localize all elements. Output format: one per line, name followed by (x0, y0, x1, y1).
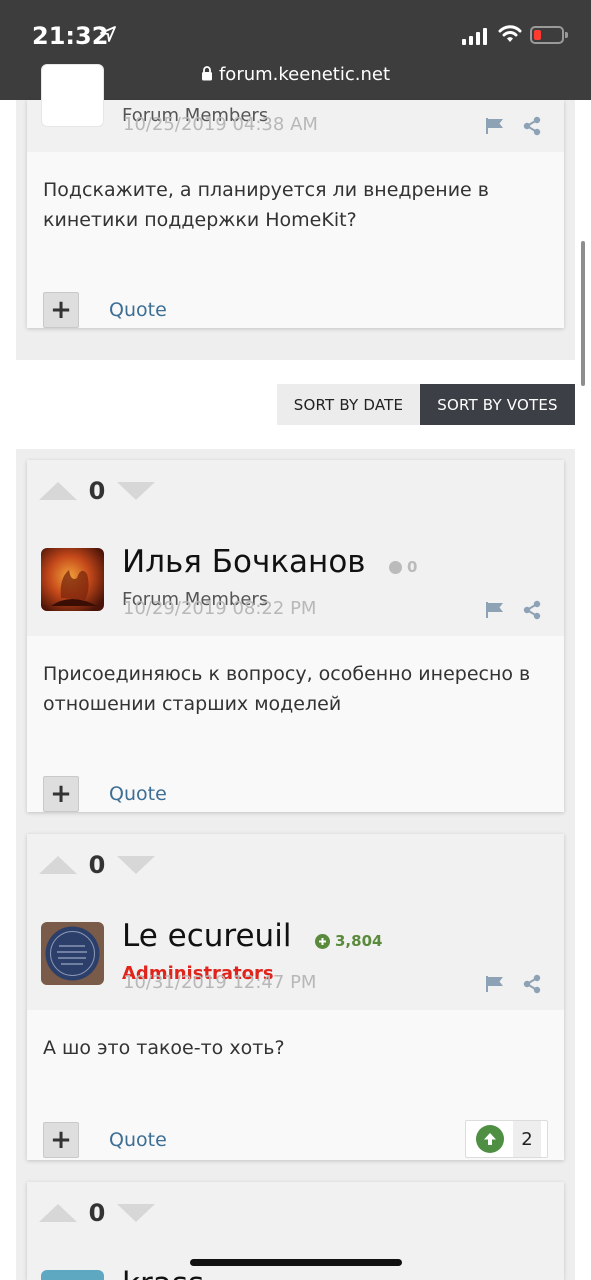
arrow-up-icon (476, 1125, 504, 1153)
reputation-plus-icon (315, 933, 330, 949)
sort-by-votes-button[interactable]: SORT BY VOTES (420, 384, 575, 425)
post-card: Forum Members 10/25/2019 04:38 AM Подска… (27, 64, 564, 328)
quote-link[interactable]: Quote (109, 299, 167, 321)
flag-icon[interactable] (485, 975, 505, 998)
post-body-line: Подскажите, а планируется ли внедрение в (43, 179, 489, 201)
status-time: 21:32 (32, 22, 109, 50)
share-icon[interactable] (522, 116, 542, 141)
post-date[interactable]: 10/31/2019 12:47 PM (123, 972, 316, 993)
vote-count: 0 (88, 477, 106, 505)
multiquote-button[interactable]: + (43, 292, 79, 328)
post-card: 0 Илья Бочканов 0 Forum Members 10/29/20… (27, 460, 564, 812)
downvote-arrow-icon[interactable] (117, 482, 155, 500)
downvote-arrow-icon[interactable] (117, 1204, 155, 1222)
upvote-arrow-icon[interactable] (39, 856, 77, 874)
post-card: 0 Le ecureuil 3,804 Administrators 10/31… (27, 834, 564, 1160)
quote-link[interactable]: Quote (109, 783, 167, 805)
post-body: Присоединяюсь к вопросу, особенно инерес… (43, 659, 543, 719)
avatar[interactable] (41, 1270, 104, 1280)
post-header: 0 Le ecureuil 3,804 Administrators 10/31… (27, 834, 564, 1010)
post-body-line: кинетики поддержки HomeKit? (43, 209, 357, 231)
vote-widget: 0 (39, 1199, 155, 1227)
vote-count: 0 (88, 1199, 106, 1227)
lock-icon (201, 65, 213, 86)
reaction-count: 2 (513, 1121, 541, 1157)
post-body-line: А шо это такое-то хоть? (43, 1037, 285, 1059)
author-name[interactable]: Le ecureuil (122, 918, 291, 954)
post-date[interactable]: 10/25/2019 04:38 AM (123, 114, 318, 135)
multiquote-button[interactable]: + (43, 1122, 79, 1158)
avatar[interactable] (41, 548, 104, 611)
scrollbar[interactable] (581, 241, 585, 386)
share-icon[interactable] (522, 974, 542, 999)
reaction-badge[interactable]: 2 (465, 1120, 548, 1158)
quote-link[interactable]: Quote (109, 1129, 167, 1151)
vote-count: 0 (88, 851, 106, 879)
vote-widget: 0 (39, 851, 155, 879)
battery-icon (530, 26, 568, 44)
vote-widget: 0 (39, 477, 155, 505)
reputation-neutral-icon (389, 560, 402, 574)
post-body: Подскажите, а планируется ли внедрение в… (43, 175, 543, 235)
post-header: 0 Илья Бочканов 0 Forum Members 10/29/20… (27, 460, 564, 636)
location-arrow-icon (100, 26, 116, 47)
wifi-icon (498, 24, 522, 49)
avatar[interactable] (41, 64, 104, 127)
avatar[interactable] (41, 922, 104, 985)
reputation-badge: 0 (389, 558, 417, 576)
upvote-arrow-icon[interactable] (39, 482, 77, 500)
author-name[interactable]: krass (122, 1266, 204, 1280)
home-indicator[interactable] (190, 1259, 402, 1266)
downvote-arrow-icon[interactable] (117, 856, 155, 874)
url-text: forum.keenetic.net (218, 64, 391, 85)
post-header: Forum Members 10/25/2019 04:38 AM (27, 64, 564, 152)
author-name[interactable]: Илья Бочканов (122, 544, 366, 580)
post-body: А шо это такое-то хоть? (43, 1033, 543, 1063)
reputation-value: 0 (407, 558, 418, 576)
flag-icon[interactable] (485, 117, 505, 140)
upvote-arrow-icon[interactable] (39, 1204, 77, 1222)
post-date[interactable]: 10/29/2019 08:22 PM (123, 598, 316, 619)
post-body-line: отношении старших моделей (43, 693, 342, 715)
post-body-line: Присоединяюсь к вопросу, особенно инерес… (43, 663, 531, 685)
reputation-value: 3,804 (335, 932, 383, 950)
cellular-signal-icon (462, 28, 487, 45)
reputation-badge: 3,804 (315, 932, 382, 950)
sort-by-date-button[interactable]: SORT BY DATE (277, 384, 420, 425)
sort-toggle: SORT BY DATE SORT BY VOTES (277, 384, 575, 425)
share-icon[interactable] (522, 600, 542, 625)
multiquote-button[interactable]: + (43, 776, 79, 812)
flag-icon[interactable] (485, 601, 505, 624)
